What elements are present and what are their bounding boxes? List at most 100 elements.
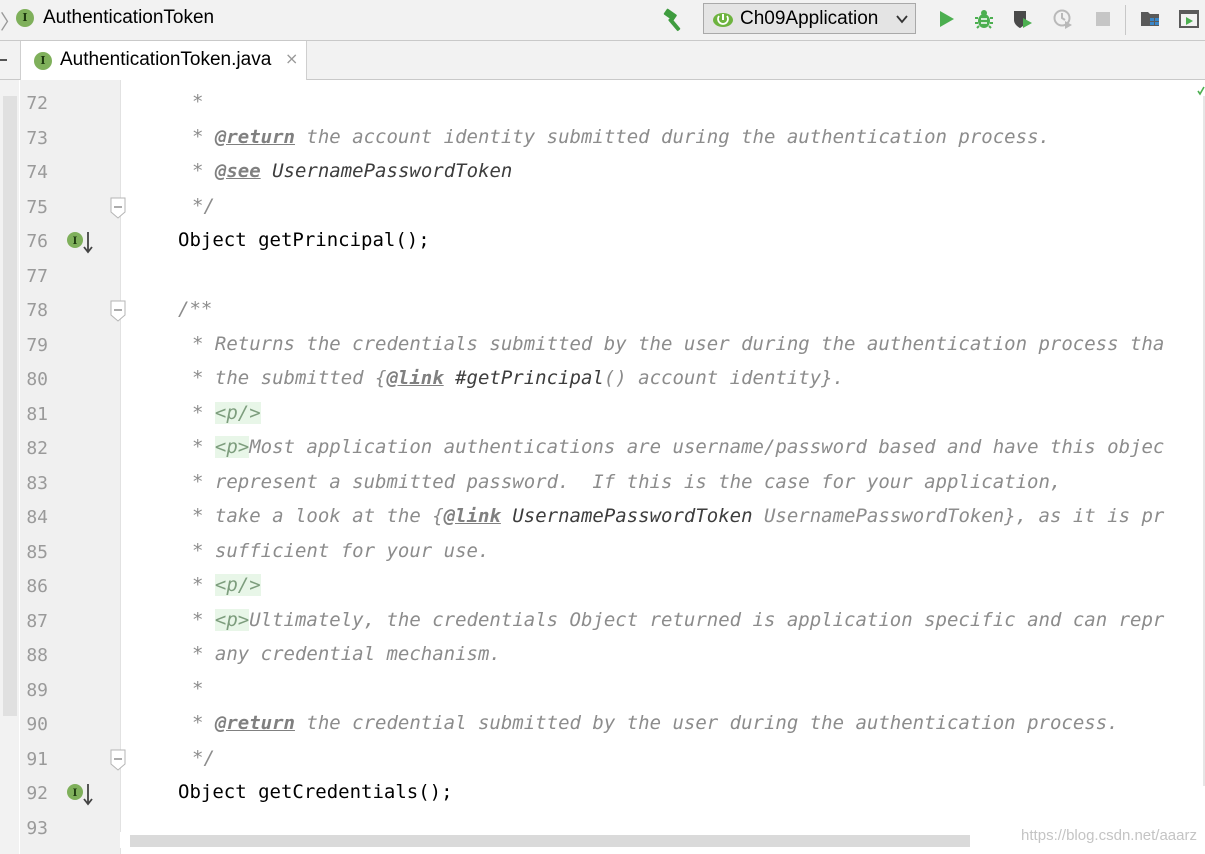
code-token: * take a look at the { — [192, 505, 444, 527]
code-token: <p> — [214, 608, 250, 631]
run-configuration-selector[interactable]: Ch09Application — [703, 3, 916, 34]
line-number: 73 — [26, 127, 48, 149]
code-line[interactable]: * <p/> — [120, 570, 1205, 605]
code-line[interactable]: /** — [120, 294, 1205, 329]
code-text: * <p/> — [192, 401, 261, 424]
code-text: * — [192, 678, 203, 700]
line-number: 83 — [26, 472, 48, 494]
line-number: 79 — [26, 334, 48, 356]
code-token: * sufficient for your use. — [192, 539, 490, 562]
code-token: <p/> — [214, 574, 261, 596]
code-token: * — [192, 712, 215, 734]
code-token: * represent a submitted password. If thi… — [192, 470, 1062, 493]
implemented-method-icon[interactable]: I — [66, 781, 96, 807]
code-text: /** — [178, 298, 212, 320]
line-number: 93 — [26, 817, 48, 839]
tool-rail-strip[interactable] — [3, 96, 17, 716]
navigation-toolbar: 〉 I AuthenticationToken Ch09Application — [0, 0, 1205, 41]
code-token: * — [192, 436, 215, 458]
line-number: 72 — [26, 93, 48, 114]
code-line[interactable]: * <p/> — [120, 398, 1205, 433]
editor-gutter[interactable]: 72 73 74 75 76 I 77 78 79 80 81 82 83 84 85 86 87 88 89 90 9… — [20, 80, 126, 854]
close-icon[interactable]: × — [285, 49, 298, 68]
code-token: Most application authentications are use… — [249, 436, 1165, 458]
code-line[interactable]: * sufficient for your use. — [120, 536, 1205, 571]
code-token: Object getPrincipal(); — [178, 229, 430, 251]
code-line[interactable]: * take a look at the {@link UsernamePass… — [120, 501, 1205, 536]
code-token: /** — [178, 298, 213, 320]
code-line[interactable]: * @return the account identity submitted… — [120, 122, 1205, 157]
code-token: * any credential mechanism. — [192, 643, 501, 665]
code-editor[interactable]: 72 73 74 75 76 I 77 78 79 80 81 82 83 84 85 86 87 88 89 90 9… — [20, 80, 1205, 854]
debug-icon[interactable] — [973, 8, 995, 30]
code-text: * @return the credential submitted by th… — [192, 712, 1119, 734]
code-line[interactable]: * @see UsernamePasswordToken — [120, 156, 1205, 191]
code-token: UsernamePasswordToken — [500, 505, 753, 527]
line-number: 91 — [26, 748, 48, 770]
code-token: <p/> — [214, 401, 261, 424]
code-token: * — [192, 160, 215, 182]
line-number: 88 — [26, 645, 48, 666]
run-icon[interactable] — [935, 8, 957, 30]
code-token: UsernamePasswordToken}, as it is pr — [752, 505, 1165, 527]
code-line[interactable] — [120, 260, 1205, 295]
code-token: * — [192, 574, 215, 596]
line-number: 87 — [26, 610, 48, 632]
code-line[interactable]: * — [120, 674, 1205, 709]
code-token: * — [192, 608, 215, 631]
spring-boot-icon — [713, 13, 733, 27]
code-line[interactable]: * the submitted {@link #getPrincipal() a… — [120, 363, 1205, 398]
code-token: @link — [443, 505, 501, 527]
code-token: Object getCredentials(); — [178, 781, 453, 803]
collapse-dash-icon[interactable] — [0, 59, 7, 61]
code-line[interactable]: * <p>Most application authentications ar… — [120, 432, 1205, 467]
project-structure-icon[interactable] — [1139, 8, 1161, 30]
code-line[interactable]: * — [120, 87, 1205, 122]
toolbar-separator — [1125, 5, 1126, 35]
code-line[interactable]: * represent a submitted password. If thi… — [120, 467, 1205, 502]
line-number: 77 — [26, 265, 48, 287]
line-number: 86 — [26, 576, 48, 597]
run-configuration-label: Ch09Application — [740, 8, 879, 29]
code-token: @return — [214, 125, 295, 148]
code-token: the account identity submitted during th… — [294, 125, 1050, 148]
code-text: Object getCredentials(); — [178, 781, 453, 803]
line-number: 92 — [26, 783, 48, 804]
code-text: * represent a submitted password. If thi… — [192, 471, 1061, 493]
code-text: * @see UsernamePasswordToken — [192, 160, 512, 182]
breadcrumb-file[interactable]: AuthenticationToken — [43, 7, 214, 29]
line-number: 78 — [26, 300, 48, 321]
stop-icon[interactable] — [1092, 8, 1114, 30]
line-number: 81 — [26, 403, 48, 425]
run-dashboard-icon[interactable] — [1178, 8, 1200, 30]
code-text: Object getPrincipal(); — [178, 229, 430, 251]
code-line[interactable]: */ — [120, 191, 1205, 226]
build-hammer-icon[interactable] — [660, 7, 686, 33]
code-line[interactable]: Object getPrincipal(); — [120, 225, 1205, 260]
implemented-method-icon[interactable]: I — [66, 229, 96, 255]
code-line[interactable]: * @return the credential submitted by th… — [120, 708, 1205, 743]
ide-window: 〉 I AuthenticationToken Ch09Application — [0, 0, 1205, 854]
code-area[interactable]: * * @return the account identity submitt… — [120, 80, 1205, 854]
profiler-icon[interactable] — [1052, 8, 1074, 30]
line-number: 74 — [26, 162, 48, 183]
code-line[interactable]: * <p>Ultimately, the credentials Object … — [120, 605, 1205, 640]
line-number: 89 — [26, 679, 48, 701]
code-token: () account identity}. — [603, 367, 845, 389]
code-text: * Returns the credentials submitted by t… — [192, 333, 1164, 355]
svg-text:I: I — [73, 788, 78, 799]
tab-authentication-token[interactable]: I AuthenticationToken.java × — [20, 41, 307, 80]
horizontal-scrollbar-thumb[interactable] — [130, 835, 970, 847]
code-line[interactable]: Object getCredentials(); — [120, 777, 1205, 812]
code-token: * — [192, 401, 215, 424]
code-line[interactable]: * any credential mechanism. — [120, 639, 1205, 674]
code-line[interactable]: */ — [120, 743, 1205, 778]
editor-tab-bar: I AuthenticationToken.java × — [0, 41, 1205, 80]
code-line[interactable]: * Returns the credentials submitted by t… — [120, 329, 1205, 364]
interface-icon: I — [16, 9, 34, 27]
code-token: * Returns the credentials submitted by t… — [192, 332, 1165, 355]
left-tool-rail — [0, 80, 19, 854]
code-token: the credential submitted by the user dur… — [294, 712, 1119, 734]
run-with-coverage-icon[interactable] — [1012, 8, 1034, 30]
